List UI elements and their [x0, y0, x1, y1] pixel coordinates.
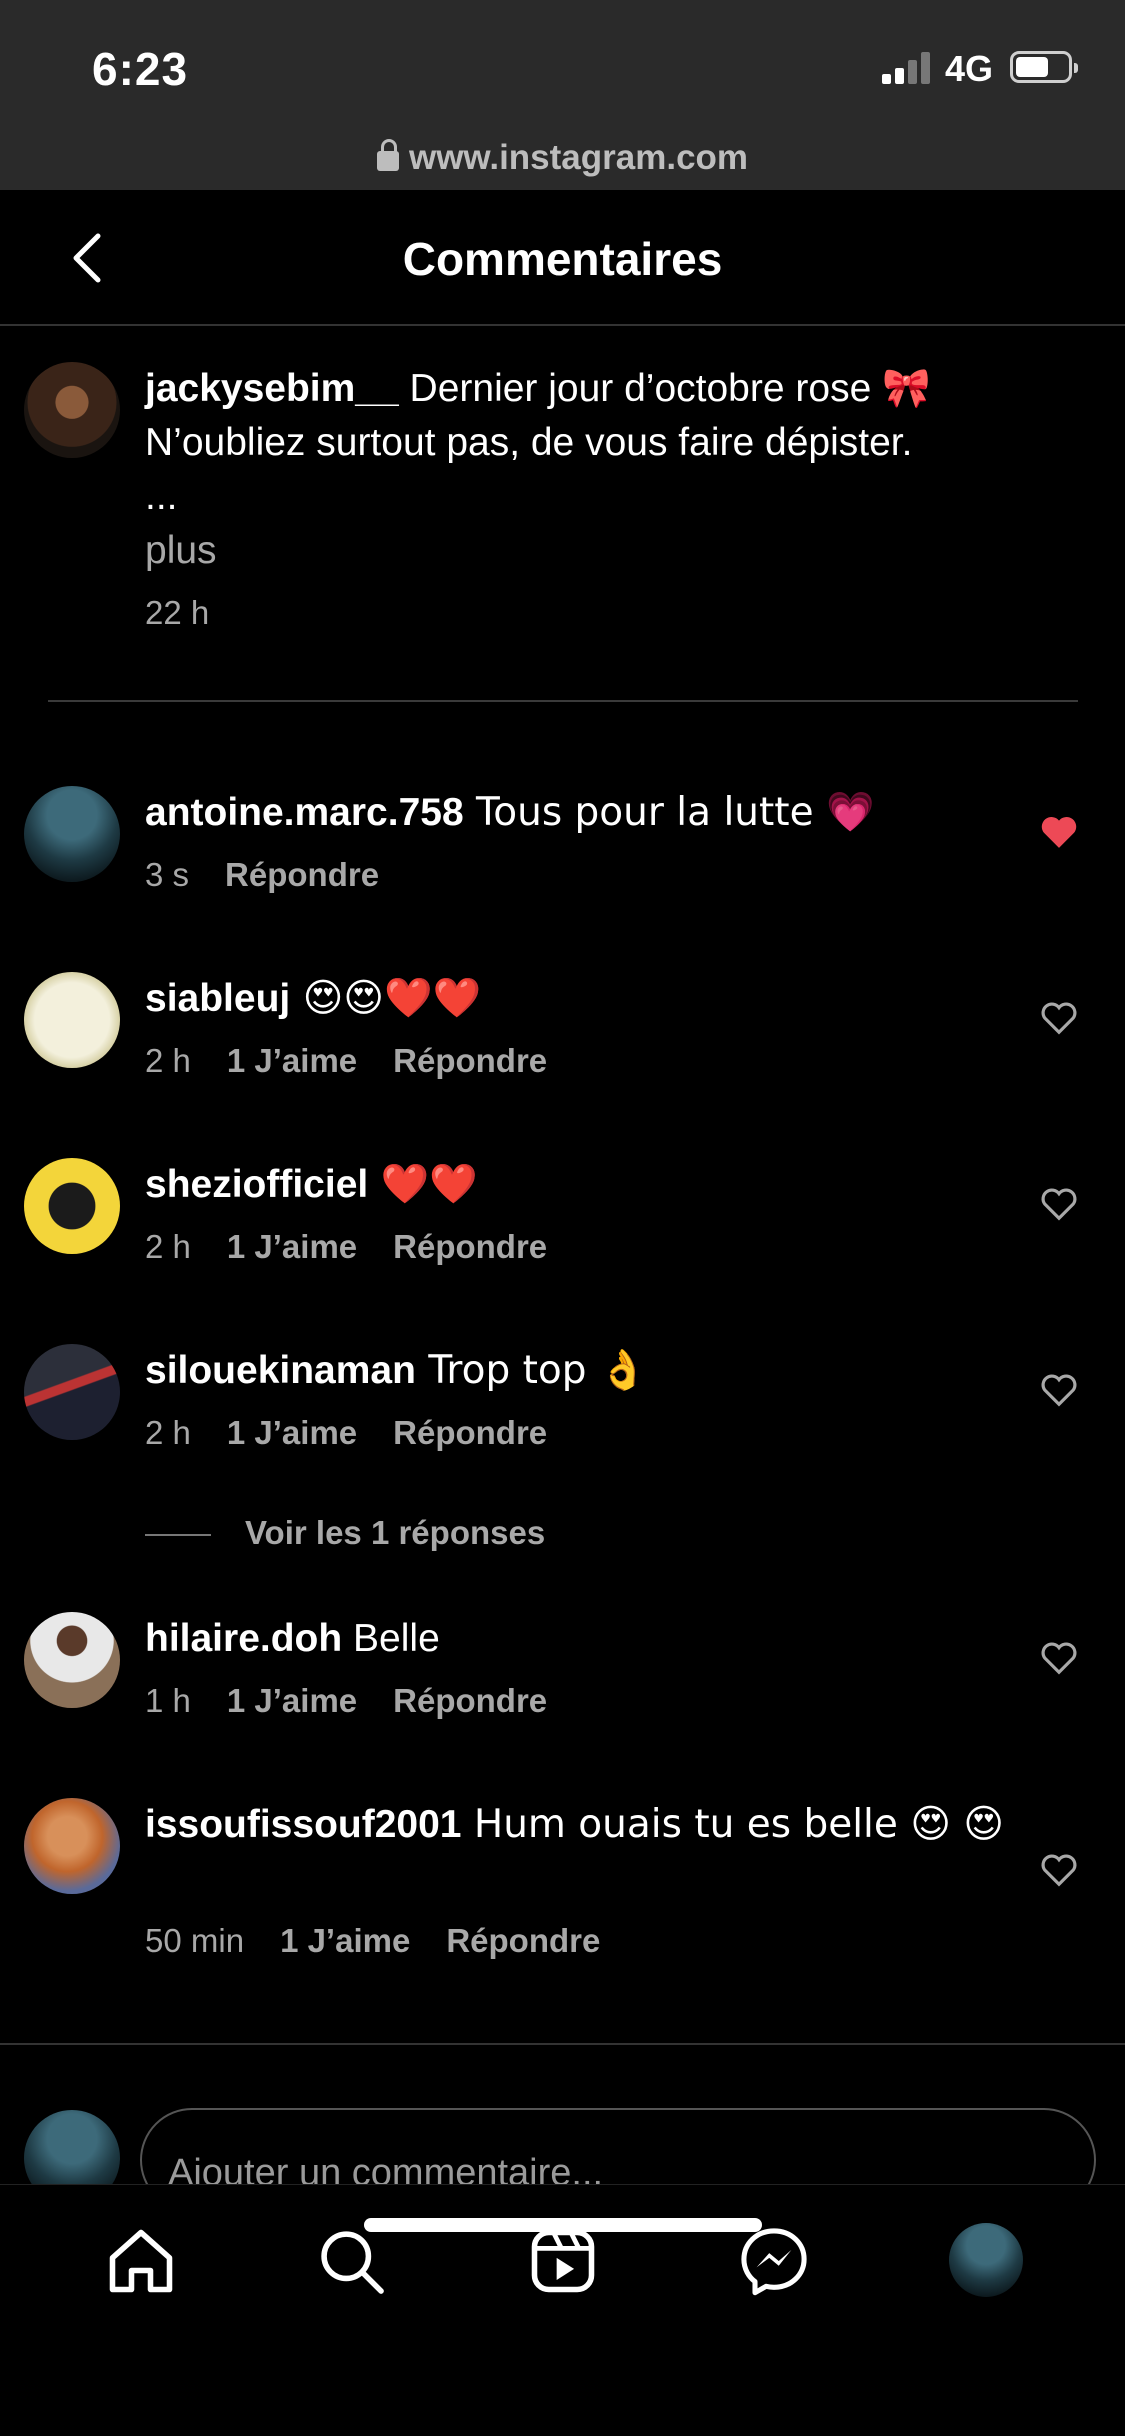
- composer-divider: [0, 2043, 1125, 2045]
- comment-body: 😍😍❤️❤️: [290, 976, 482, 1021]
- comment-body: Tous pour la lutte 💗: [463, 790, 875, 835]
- comment-meta: 2 h 1 J’aime Répondre: [145, 1228, 583, 1266]
- commenter-avatar[interactable]: [24, 1612, 120, 1708]
- heart-icon[interactable]: [1040, 1372, 1078, 1408]
- comment-text: silouekinaman Trop top 👌: [145, 1344, 1015, 1398]
- caption-timestamp: 22 h: [145, 594, 210, 631]
- status-bar: 6:23 4G www.instagram.com: [0, 0, 1125, 190]
- reply-button[interactable]: Répondre: [393, 1042, 547, 1079]
- likes-count[interactable]: 1 J’aime: [227, 1228, 357, 1265]
- commenter-avatar[interactable]: [24, 972, 120, 1068]
- likes-count[interactable]: 1 J’aime: [280, 1922, 410, 1959]
- comment-meta: 2 h 1 J’aime Répondre: [145, 1414, 583, 1452]
- commenter-avatar[interactable]: [24, 1344, 120, 1440]
- comment-body: Belle: [342, 1617, 440, 1660]
- url-text: www.instagram.com: [408, 138, 749, 177]
- comment-time: 2 h: [145, 1042, 191, 1079]
- comment-username[interactable]: silouekinaman: [145, 1349, 416, 1392]
- reply-button[interactable]: Répondre: [393, 1414, 547, 1451]
- reply-button[interactable]: Répondre: [446, 1922, 600, 1959]
- author-avatar[interactable]: [24, 362, 120, 458]
- caption-more-link[interactable]: plus: [145, 529, 217, 572]
- comment-username[interactable]: sheziofficiel: [145, 1163, 368, 1206]
- heart-icon[interactable]: [1040, 1000, 1078, 1036]
- url-bar[interactable]: www.instagram.com: [0, 138, 1125, 178]
- comment-time: 1 h: [145, 1682, 191, 1719]
- commenter-avatar[interactable]: [24, 1798, 120, 1894]
- commenter-avatar[interactable]: [24, 1158, 120, 1254]
- caption-ellipsis: ...: [145, 475, 178, 518]
- comment-username[interactable]: siableuj: [145, 977, 290, 1020]
- comment-text: siableuj 😍😍❤️❤️: [145, 972, 1015, 1026]
- lock-icon: [376, 139, 399, 171]
- comment-meta: 2 h 1 J’aime Répondre: [145, 1042, 583, 1080]
- signal-icon: [882, 50, 934, 84]
- comment-body: ❤️❤️: [368, 1162, 478, 1207]
- likes-count[interactable]: 1 J’aime: [227, 1042, 357, 1079]
- caption-body: Dernier jour d’octobre rose 🎀: [398, 367, 931, 410]
- comment-body: Trop top 👌: [415, 1348, 648, 1393]
- status-time: 6:23: [92, 43, 189, 95]
- likes-count[interactable]: 1 J’aime: [227, 1682, 357, 1719]
- comment-time: 50 min: [145, 1922, 245, 1959]
- heart-icon[interactable]: [1040, 1186, 1078, 1222]
- comment-text: antoine.marc.758 Tous pour la lutte 💗: [145, 786, 1015, 840]
- commenter-avatar[interactable]: [24, 786, 120, 882]
- comment-body: Hum ouais tu es belle 😍 😍: [461, 1802, 1004, 1847]
- comments-header: Commentaires: [0, 190, 1125, 326]
- caption-divider: [48, 700, 1078, 702]
- comment-meta: 3 s Répondre: [145, 856, 415, 894]
- profile-avatar-tab[interactable]: [949, 2223, 1023, 2297]
- comment-username[interactable]: hilaire.doh: [145, 1617, 342, 1660]
- comment-username[interactable]: issoufissouf2001: [145, 1803, 461, 1846]
- comment-text: hilaire.doh Belle: [145, 1612, 1015, 1666]
- battery-icon: [1010, 51, 1078, 83]
- heart-icon[interactable]: [1040, 1852, 1078, 1888]
- search-icon[interactable]: [313, 2223, 389, 2299]
- page-title: Commentaires: [402, 233, 723, 285]
- heart-icon[interactable]: [1040, 1640, 1078, 1676]
- comment-username[interactable]: antoine.marc.758: [145, 791, 464, 834]
- reels-icon[interactable]: [525, 2223, 601, 2299]
- home-indicator: [364, 2218, 762, 2232]
- messenger-icon[interactable]: [736, 2223, 812, 2299]
- home-icon[interactable]: [103, 2223, 179, 2299]
- comment-time: 2 h: [145, 1228, 191, 1265]
- comment-text: issoufissouf2001 Hum ouais tu es belle 😍…: [145, 1798, 1015, 1852]
- view-replies-button[interactable]: Voir les 1 réponses: [145, 1514, 545, 1552]
- likes-count[interactable]: 1 J’aime: [227, 1414, 357, 1451]
- caption-username[interactable]: jackysebim__: [145, 367, 399, 410]
- comment-time: 3 s: [145, 856, 190, 893]
- comment-meta: 1 h 1 J’aime Répondre: [145, 1682, 583, 1720]
- comment-time: 2 h: [145, 1414, 191, 1451]
- caption-line2: N’oubliez surtout pas, de vous faire dép…: [145, 421, 913, 464]
- reply-button[interactable]: Répondre: [393, 1682, 547, 1719]
- caption-text: jackysebim__ Dernier jour d’octobre rose…: [145, 362, 1065, 578]
- reply-button[interactable]: Répondre: [393, 1228, 547, 1265]
- comment-meta: 50 min 1 J’aime Répondre: [145, 1922, 636, 1960]
- comment-text: sheziofficiel ❤️❤️: [145, 1158, 1015, 1212]
- network-type: 4G: [945, 48, 994, 89]
- reply-button[interactable]: Répondre: [225, 856, 379, 893]
- liked-heart-icon[interactable]: [1040, 814, 1078, 850]
